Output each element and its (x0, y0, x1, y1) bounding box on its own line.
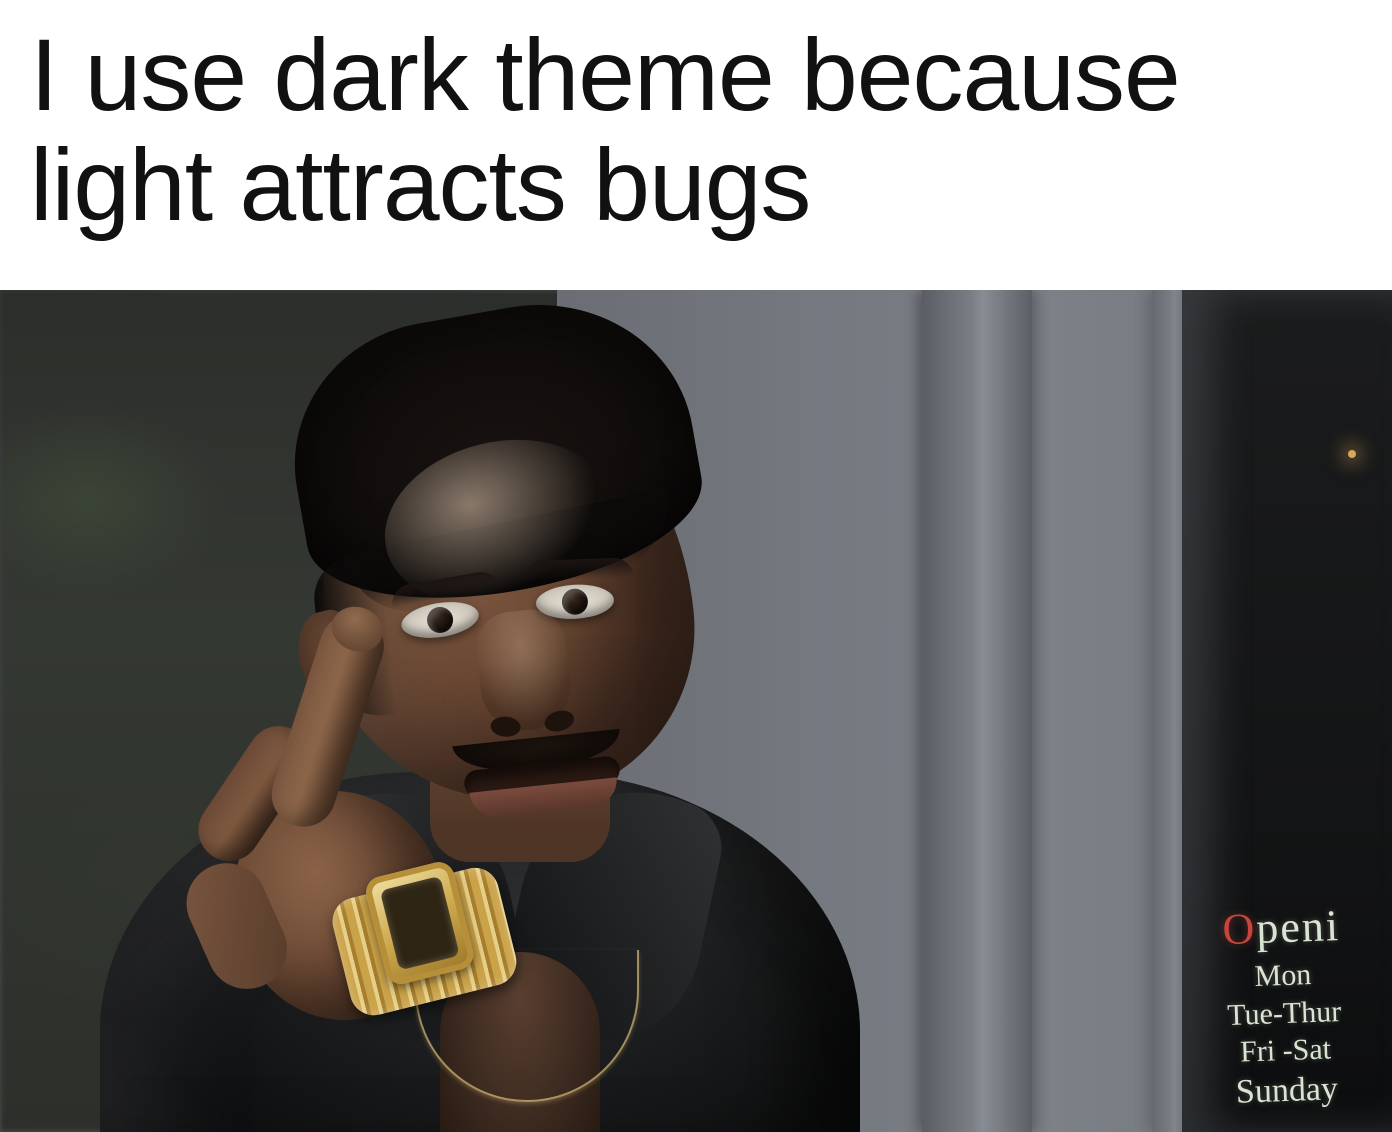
sign-title-o: O (1222, 904, 1257, 954)
sign-title-rest: peni (1255, 901, 1340, 953)
meme-container: I use dark theme because light attracts … (0, 0, 1392, 1132)
meme-photo: Openi Mon Tue-Thur Fri -Sat Sunday (0, 290, 1392, 1132)
hours-sign: Openi Mon Tue-Thur Fri -Sat Sunday (1180, 899, 1387, 1116)
caption-area: I use dark theme because light attracts … (0, 0, 1392, 290)
sign-line: Sunday (1186, 1066, 1387, 1115)
meme-caption: I use dark theme because light attracts … (30, 20, 1362, 240)
hand-pointing (173, 679, 466, 1034)
eyebrow (523, 557, 634, 581)
pillar (922, 290, 1032, 1132)
sign-title: Openi (1180, 899, 1382, 957)
person (60, 402, 880, 1132)
